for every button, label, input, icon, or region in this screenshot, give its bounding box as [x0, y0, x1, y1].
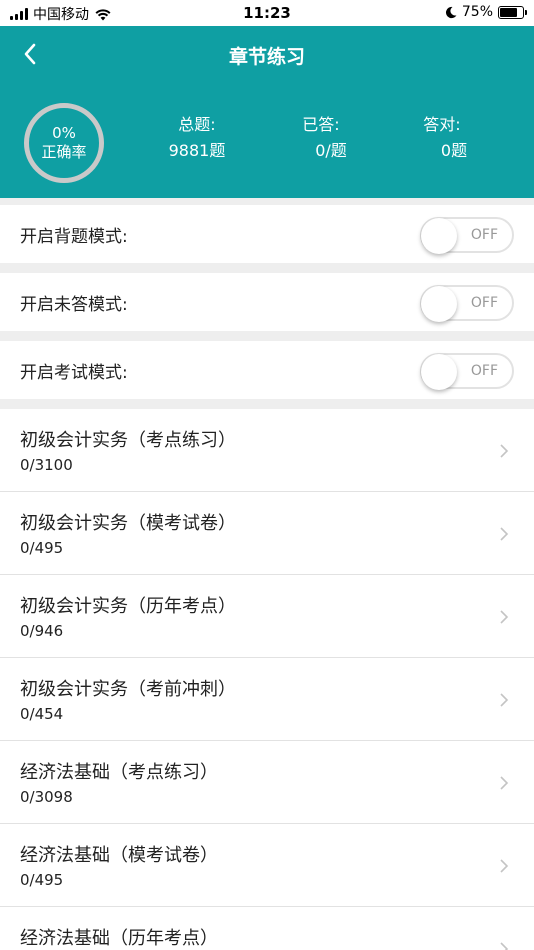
stat-total-value: 9881题 — [168, 141, 226, 160]
chapter-progress: 0/3098 — [20, 788, 73, 806]
status-bar: 中国移动 11:23 75% — [0, 0, 534, 26]
chapter-title: 初级会计实务（模考试卷） — [20, 513, 236, 534]
chevron-right-icon — [500, 859, 509, 873]
chapter-progress: 0/495 — [20, 539, 64, 557]
switch-state: OFF — [470, 295, 498, 311]
chapter-item[interactable]: 初级会计实务（历年考点） 0/946 — [0, 575, 534, 658]
battery-percent: 75% — [461, 4, 493, 20]
accuracy-label: 正确率 — [41, 143, 87, 161]
chapter-progress: 0/454 — [20, 705, 64, 723]
toggle-switch-memorize[interactable]: OFF — [420, 217, 514, 254]
chevron-right-icon — [500, 693, 509, 707]
toggle-label-memorize: 开启背题模式: — [20, 226, 128, 247]
toggle-label-exam: 开启考试模式: — [20, 362, 128, 383]
chapter-item[interactable]: 经济法基础（考点练习） 0/3098 — [0, 741, 534, 824]
stat-answered-label: 已答: — [302, 115, 340, 134]
chevron-right-icon — [500, 942, 509, 950]
switch-knob — [421, 354, 457, 390]
chapter-progress: 0/495 — [20, 871, 64, 889]
chapter-list: 初级会计实务（考点练习） 0/3100 初级会计实务（模考试卷） 0/495 初… — [0, 409, 534, 950]
switch-knob — [421, 286, 457, 322]
battery-icon — [498, 5, 527, 19]
chapter-item[interactable]: 初级会计实务（考前冲刺） 0/454 — [0, 658, 534, 741]
chevron-right-icon — [500, 527, 509, 541]
status-right: 75% — [445, 4, 527, 20]
chapter-item[interactable]: 经济法基础（历年考点） — [0, 907, 534, 950]
chapter-title: 经济法基础（模考试卷） — [20, 845, 218, 866]
toggle-row-exam: 开启考试模式: OFF — [0, 341, 534, 399]
chevron-right-icon — [500, 444, 509, 458]
moon-icon — [445, 6, 457, 18]
header: 章节练习 0% 正确率 总题: 9881题 已答: 0/题 答对: 0题 — [0, 26, 534, 198]
chapter-title: 初级会计实务（考前冲刺） — [20, 679, 236, 700]
chapter-item[interactable]: 经济法基础（模考试卷） 0/495 — [0, 824, 534, 907]
chapter-title: 初级会计实务（历年考点） — [20, 596, 236, 617]
chapter-item[interactable]: 初级会计实务（模考试卷） 0/495 — [0, 492, 534, 575]
battery-fill — [500, 7, 517, 17]
accuracy-ring: 0% 正确率 — [24, 103, 104, 183]
stat-answered: 已答: 0/题 — [288, 114, 354, 162]
chapter-item[interactable]: 初级会计实务（考点练习） 0/3100 — [0, 409, 534, 492]
stat-total: 总题: 9881题 — [164, 114, 230, 162]
stat-correct-label: 答对: — [423, 115, 461, 134]
toggle-row-unanswered: 开启未答模式: OFF — [0, 273, 534, 331]
chevron-right-icon — [500, 776, 509, 790]
accuracy-value: 0% — [52, 124, 76, 142]
stat-total-label: 总题: — [178, 115, 216, 134]
toggle-row-memorize: 开启背题模式: OFF — [0, 205, 534, 263]
toggle-switch-exam[interactable]: OFF — [420, 353, 514, 390]
stat-correct: 答对: 0题 — [409, 114, 475, 162]
toggle-label-unanswered: 开启未答模式: — [20, 294, 128, 315]
chapter-title: 初级会计实务（考点练习） — [20, 430, 236, 451]
chapter-progress: 0/946 — [20, 622, 64, 640]
chevron-right-icon — [500, 610, 509, 624]
switch-knob — [421, 218, 457, 254]
chapter-title: 经济法基础（历年考点） — [20, 928, 218, 949]
switch-state: OFF — [470, 227, 498, 243]
switch-state: OFF — [470, 363, 498, 379]
stat-correct-value: 0题 — [440, 141, 468, 160]
chapter-title: 经济法基础（考点练习） — [20, 762, 218, 783]
stat-answered-value: 0/题 — [315, 141, 347, 160]
chapter-progress: 0/3100 — [20, 456, 73, 474]
page-title: 章节练习 — [228, 46, 305, 68]
toggle-switch-unanswered[interactable]: OFF — [420, 285, 514, 322]
